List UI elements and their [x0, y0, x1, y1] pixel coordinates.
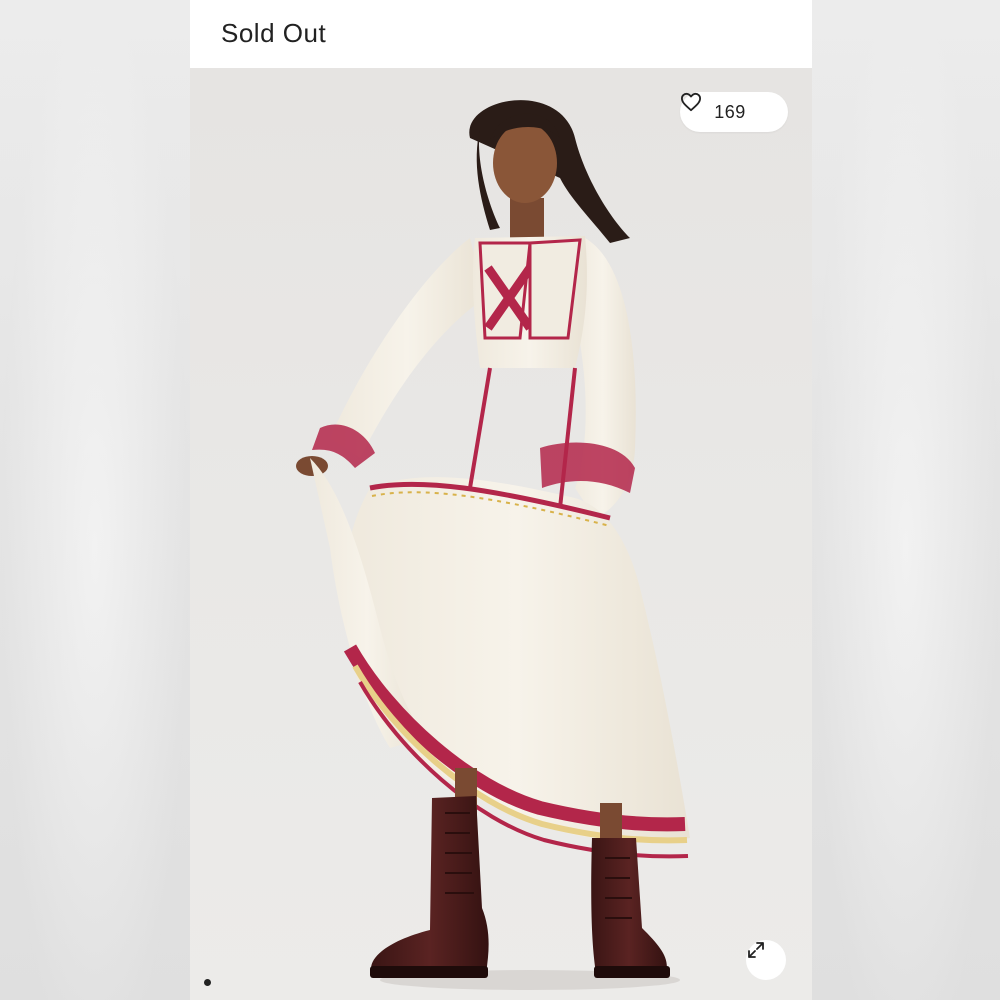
carousel-dot-active[interactable]	[204, 979, 211, 986]
product-photo[interactable]: 169	[190, 68, 812, 1000]
blurred-backdrop-left	[0, 0, 190, 1000]
listing-card: Sold Out 169	[190, 0, 812, 1000]
blurred-backdrop-right	[812, 0, 1000, 1000]
carousel-indicator	[204, 979, 211, 986]
like-button[interactable]: 169	[680, 92, 788, 132]
expand-image-button[interactable]	[746, 940, 786, 980]
sold-out-label: Sold Out	[221, 18, 327, 48]
model-illustration	[296, 100, 690, 990]
page: Sold Out 169	[0, 0, 1000, 1000]
listing-header: Sold Out	[190, 0, 812, 68]
likes-count: 169	[714, 101, 746, 122]
